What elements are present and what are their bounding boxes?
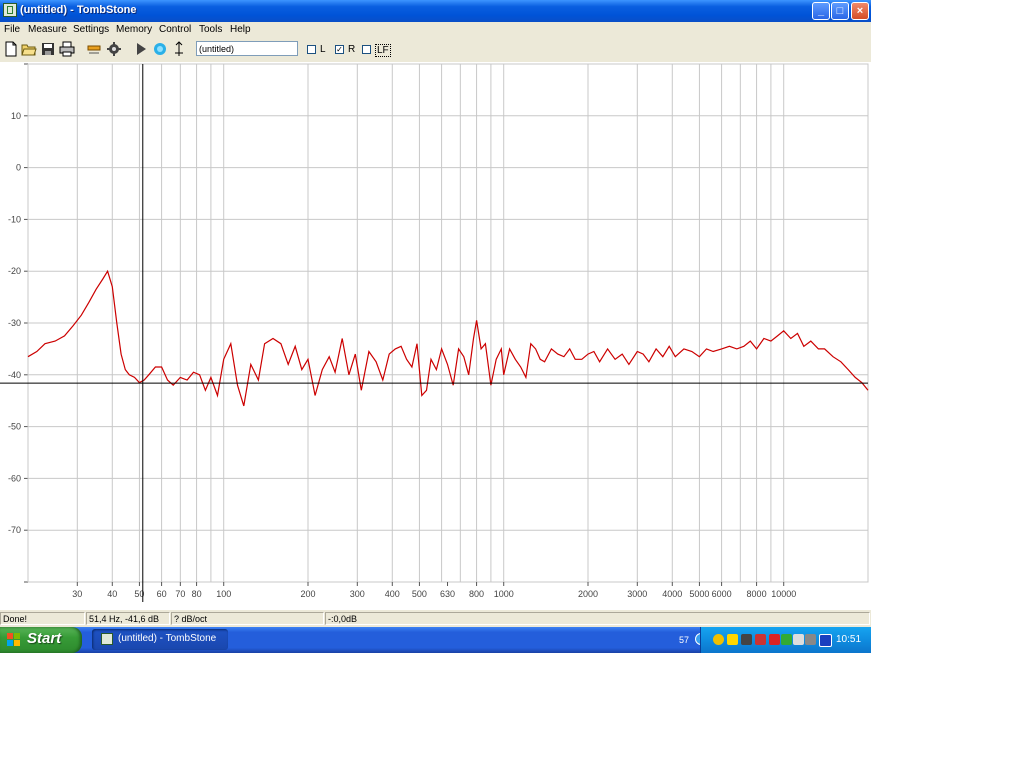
y-tick-label: 10 xyxy=(11,111,21,121)
x-tick-label: 400 xyxy=(385,589,400,599)
status-bar: Done! 51,4 Hz, -41,6 dB ? dB/oct -:0,0dB xyxy=(0,611,871,627)
channel-r-label: R xyxy=(348,44,356,55)
channel-l-checkbox[interactable] xyxy=(307,45,316,54)
network-warning-icon[interactable] xyxy=(755,634,766,645)
new-file-icon[interactable] xyxy=(3,41,19,57)
frequency-response-chart[interactable]: 100-10-20-30-40-50-60-7030 40 50 60 70 80 100 2… xyxy=(0,62,871,610)
display-icon[interactable] xyxy=(805,634,816,645)
menu-measure[interactable]: Measure xyxy=(28,24,67,35)
cursor-readout: 51,4 Hz, -41,6 dB xyxy=(86,612,170,625)
x-tick-label: 80 xyxy=(192,589,202,599)
settings-icon[interactable] xyxy=(106,41,122,57)
x-tick-label: 6000 xyxy=(712,589,732,599)
minimize-button[interactable]: _ xyxy=(812,2,830,20)
security-shield-icon[interactable] xyxy=(727,634,738,645)
channel-lf-checkbox[interactable] xyxy=(362,45,371,54)
windows-logo-icon xyxy=(7,633,20,646)
level-readout: -:0,0dB xyxy=(325,612,870,625)
title-bar[interactable]: (untitled) - TombStone _ □ × xyxy=(0,0,871,22)
start-button[interactable]: Start xyxy=(0,627,82,653)
clock: 10:51 xyxy=(836,634,862,645)
menu-file[interactable]: File xyxy=(4,24,20,35)
update-icon[interactable] xyxy=(781,634,792,645)
y-tick-label: -10 xyxy=(8,214,21,224)
tombstone-app-icon[interactable] xyxy=(3,3,17,17)
menu-bar: File Measure Settings Memory Control Too… xyxy=(0,22,871,38)
network-globe-icon[interactable] xyxy=(713,634,724,645)
x-tick-label: 100 xyxy=(216,589,231,599)
frequency-response-plot[interactable]: 10 0 -10 -20 -30 -40 -50 -60 -70 30 40 50 60 70 80 100 2… xyxy=(0,62,871,610)
channel-l-label: L xyxy=(320,44,326,55)
y-tick-label: -40 xyxy=(8,370,21,380)
x-tick-label: 630 xyxy=(440,589,455,599)
alert-icon[interactable] xyxy=(769,634,780,645)
y-tick-label: -30 xyxy=(8,318,21,328)
play-icon[interactable] xyxy=(133,41,149,57)
tray-number: 57 xyxy=(679,635,690,645)
y-tick-label: -50 xyxy=(8,422,21,432)
y-tick-label: -60 xyxy=(8,473,21,483)
x-tick-label: 8000 xyxy=(747,589,767,599)
y-tick-label: 0 xyxy=(16,163,21,173)
start-label: Start xyxy=(27,630,62,647)
smoothing-readout: ? dB/oct xyxy=(171,612,324,625)
x-tick-label: 3000 xyxy=(627,589,647,599)
y-tick-label: -20 xyxy=(8,266,21,276)
signal-generator-icon[interactable] xyxy=(86,41,102,57)
save-icon[interactable] xyxy=(40,41,56,57)
status-text: Done! xyxy=(0,612,85,625)
x-tick-label: 4000 xyxy=(662,589,682,599)
x-tick-label: 70 xyxy=(175,589,185,599)
calibrate-icon[interactable] xyxy=(152,41,168,57)
taskbar: Start (untitled) - TombStone 57 ‹ 10:51 xyxy=(0,627,871,653)
channel-lf-label: LF xyxy=(375,44,391,57)
x-tick-label: 5000 xyxy=(689,589,709,599)
y-tick-label: -70 xyxy=(8,525,21,535)
app-window: (untitled) - TombStone _ □ × File Measur… xyxy=(0,0,871,627)
print-icon[interactable] xyxy=(59,41,75,57)
x-tick-label: 200 xyxy=(300,589,315,599)
menu-help[interactable]: Help xyxy=(230,24,251,35)
x-tick-label: 40 xyxy=(107,589,117,599)
window-title: (untitled) - TombStone xyxy=(20,4,137,16)
menu-memory[interactable]: Memory xyxy=(116,24,152,35)
network-connection-icon[interactable] xyxy=(741,634,752,645)
toolbar xyxy=(0,38,871,95)
x-tick-label: 30 xyxy=(72,589,82,599)
taskbar-window-label: (untitled) - TombStone xyxy=(118,633,217,644)
open-folder-icon[interactable] xyxy=(21,41,37,57)
x-tick-label: 800 xyxy=(469,589,484,599)
measurement-name-input[interactable] xyxy=(196,41,298,56)
x-tick-label: 1000 xyxy=(494,589,514,599)
menu-control[interactable]: Control xyxy=(159,24,191,35)
x-tick-label: 500 xyxy=(412,589,427,599)
maximize-button[interactable]: □ xyxy=(831,2,849,20)
tombstone-task-icon xyxy=(101,633,113,645)
close-button[interactable]: × xyxy=(851,2,869,20)
volume-icon[interactable] xyxy=(793,634,804,645)
x-tick-label: 10000 xyxy=(771,589,796,599)
taskbar-window-button[interactable]: (untitled) - TombStone xyxy=(92,629,228,650)
menu-tools[interactable]: Tools xyxy=(199,24,222,35)
bluetooth-icon[interactable] xyxy=(819,634,832,647)
channel-r-checkbox[interactable]: ✓ xyxy=(335,45,344,54)
x-tick-label: 2000 xyxy=(578,589,598,599)
x-tick-label: 60 xyxy=(157,589,167,599)
x-tick-label: 300 xyxy=(350,589,365,599)
cursor-move-icon[interactable] xyxy=(171,41,187,57)
menu-settings[interactable]: Settings xyxy=(73,24,109,35)
